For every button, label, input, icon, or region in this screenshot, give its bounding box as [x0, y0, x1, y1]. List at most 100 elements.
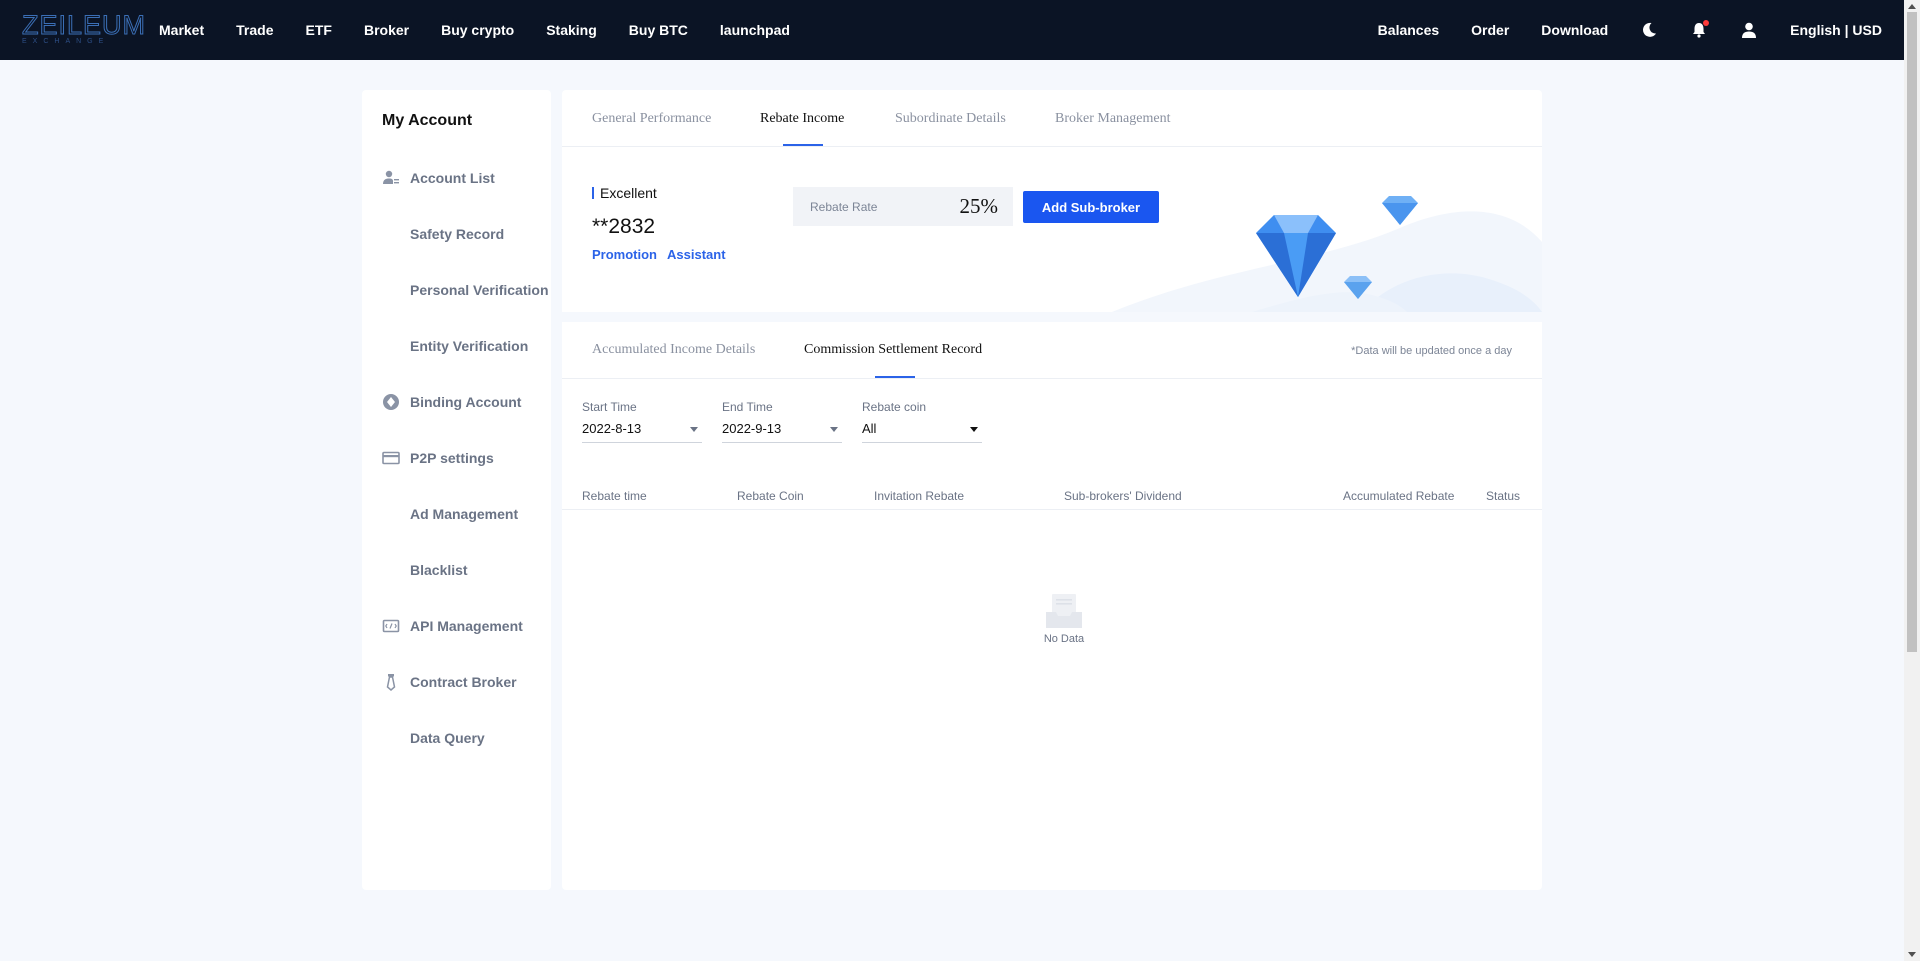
active-subtab-indicator: [875, 376, 915, 378]
start-time-picker[interactable]: 2022-8-13: [582, 419, 702, 443]
start-time-filter: Start Time 2022-8-13: [582, 400, 702, 443]
sidebar-item-label: Blacklist: [410, 562, 468, 578]
brand-subtitle: EXCHANGE: [22, 38, 110, 45]
diamond-illustration: [1102, 147, 1542, 312]
update-note: *Data will be updated once a day: [1351, 345, 1512, 357]
moon-icon[interactable]: [1640, 21, 1658, 39]
top-navigation: ZEILEUM EXCHANGE Market Trade ETF Broker…: [0, 0, 1904, 60]
sidebar-item-api-management[interactable]: API Management: [362, 598, 551, 654]
nav-order[interactable]: Order: [1471, 22, 1509, 38]
nav-buy-crypto[interactable]: Buy crypto: [441, 22, 514, 38]
nav-download[interactable]: Download: [1541, 22, 1608, 38]
sidebar-item-entity-verification[interactable]: Entity Verification: [362, 318, 551, 374]
tab-general-performance[interactable]: General Performance: [592, 111, 711, 127]
bell-icon[interactable]: [1690, 20, 1710, 39]
promotion-link[interactable]: Promotion: [592, 247, 657, 262]
broker-summary: Excellent **2832 Promotion Assistant Reb…: [562, 147, 1542, 312]
user-menu: Balances Order Download English | USD: [1346, 0, 1882, 60]
tab-accumulated-income-details[interactable]: Accumulated Income Details: [592, 342, 755, 358]
section-divider: [562, 312, 1542, 322]
rebate-coin-filter: Rebate coin All: [862, 400, 982, 443]
start-time-value: 2022-8-13: [582, 421, 642, 436]
chevron-down-icon: [970, 427, 978, 432]
start-time-label: Start Time: [582, 400, 637, 414]
main-menu: Market Trade ETF Broker Buy crypto Staki…: [159, 0, 822, 60]
tab-rebate-income[interactable]: Rebate Income: [760, 111, 844, 127]
chevron-down-icon: [690, 427, 698, 432]
end-time-picker[interactable]: 2022-9-13: [722, 419, 842, 443]
user-id: **2832: [592, 215, 656, 238]
broker-level: Excellent: [600, 185, 657, 201]
sidebar-item-binding-account[interactable]: Binding Account: [362, 374, 551, 430]
end-time-filter: End Time 2022-9-13: [722, 400, 842, 443]
empty-state-text: No Data: [1043, 633, 1085, 645]
nav-etf[interactable]: ETF: [306, 22, 332, 38]
column-rebate-coin: Rebate Coin: [737, 489, 804, 503]
column-rebate-time: Rebate time: [582, 489, 647, 503]
tab-commission-settlement-record[interactable]: Commission Settlement Record: [804, 342, 982, 358]
sidebar-item-account-list[interactable]: Account List: [362, 150, 551, 206]
sidebar-item-label: Safety Record: [410, 226, 505, 242]
end-time-value: 2022-9-13: [722, 421, 782, 436]
nav-staking[interactable]: Staking: [546, 22, 597, 38]
tab-subordinate-details[interactable]: Subordinate Details: [895, 111, 1006, 127]
small-diamond-icon: [1382, 196, 1418, 225]
empty-state: No Data: [1034, 590, 1094, 645]
level-marker: [592, 187, 594, 199]
sidebar-item-label: Binding Account: [410, 394, 522, 410]
sidebar-item-label: Entity Verification: [410, 338, 529, 354]
sidebar-item-label: Data Query: [410, 730, 485, 746]
nav-balances[interactable]: Balances: [1378, 22, 1439, 38]
sidebar-item-label: Ad Management: [410, 506, 519, 522]
nav-broker[interactable]: Broker: [364, 22, 409, 38]
sidebar-item-label: Account List: [410, 170, 495, 186]
brand-logo[interactable]: ZEILEUM EXCHANGE: [22, 10, 147, 48]
sidebar-item-blacklist[interactable]: Blacklist: [362, 542, 551, 598]
sidebar-title: My Account: [382, 112, 473, 129]
brand-name: ZEILEUM: [22, 10, 147, 41]
empty-inbox-icon: [1046, 594, 1082, 628]
chevron-down-icon: [830, 427, 838, 432]
nav-buy-btc[interactable]: Buy BTC: [629, 22, 688, 38]
notification-dot: [1703, 20, 1710, 26]
rebate-coin-label: Rebate coin: [862, 400, 927, 414]
nav-market[interactable]: Market: [159, 22, 204, 38]
rebate-coin-select[interactable]: All: [862, 419, 982, 443]
nav-launchpad[interactable]: launchpad: [720, 22, 790, 38]
nav-trade[interactable]: Trade: [236, 22, 273, 38]
rebate-rate-value: 25%: [959, 194, 999, 218]
rebate-rate-box: Rebate Rate 25%: [793, 187, 1013, 226]
sidebar-item-ad-management[interactable]: Ad Management: [362, 486, 551, 542]
scroll-down-icon[interactable]: [1908, 952, 1916, 957]
broker-tabs: General Performance Rebate Income Subord…: [562, 90, 1542, 147]
sidebar-item-label: API Management: [410, 618, 523, 634]
scrollbar-thumb[interactable]: [1907, 12, 1917, 652]
rebate-coin-value: All: [862, 421, 877, 436]
column-accumulated-rebate: Accumulated Rebate: [1343, 489, 1455, 503]
end-time-label: End Time: [722, 400, 773, 414]
sidebar-item-personal-verification[interactable]: Personal Verification: [362, 262, 551, 318]
sidebar-item-contract-broker[interactable]: Contract Broker: [362, 654, 551, 710]
account-sidebar: My Account Account List Safety Record Pe…: [362, 90, 551, 890]
sidebar-item-label: Contract Broker: [410, 674, 517, 690]
sidebar-item-p2p-settings[interactable]: P2P settings: [362, 430, 551, 486]
tie-icon: [382, 673, 400, 691]
column-sub-brokers-dividend: Sub-brokers' Dividend: [1064, 489, 1182, 503]
scroll-up-icon[interactable]: [1908, 4, 1916, 9]
sidebar-item-label: P2P settings: [410, 450, 494, 466]
sidebar-item-safety-record[interactable]: Safety Record: [362, 206, 551, 262]
user-list-icon: [382, 169, 400, 187]
page-scrollbar[interactable]: [1904, 0, 1920, 961]
rebate-income-panel: General Performance Rebate Income Subord…: [562, 90, 1542, 890]
record-tabs: Accumulated Income Details Commission Se…: [562, 322, 1542, 379]
user-icon[interactable]: [1740, 21, 1758, 39]
column-status: Status: [1486, 489, 1521, 503]
language-currency-selector[interactable]: English | USD: [1790, 22, 1882, 38]
api-icon: [382, 617, 400, 635]
table-header: Rebate time Rebate Coin Invitation Rebat…: [562, 485, 1542, 510]
column-invitation-rebate: Invitation Rebate: [874, 489, 965, 503]
sidebar-item-label: Personal Verification: [410, 282, 549, 298]
assistant-link[interactable]: Assistant: [667, 247, 726, 262]
sidebar-item-data-query[interactable]: Data Query: [362, 710, 551, 766]
tab-broker-management[interactable]: Broker Management: [1055, 111, 1170, 127]
